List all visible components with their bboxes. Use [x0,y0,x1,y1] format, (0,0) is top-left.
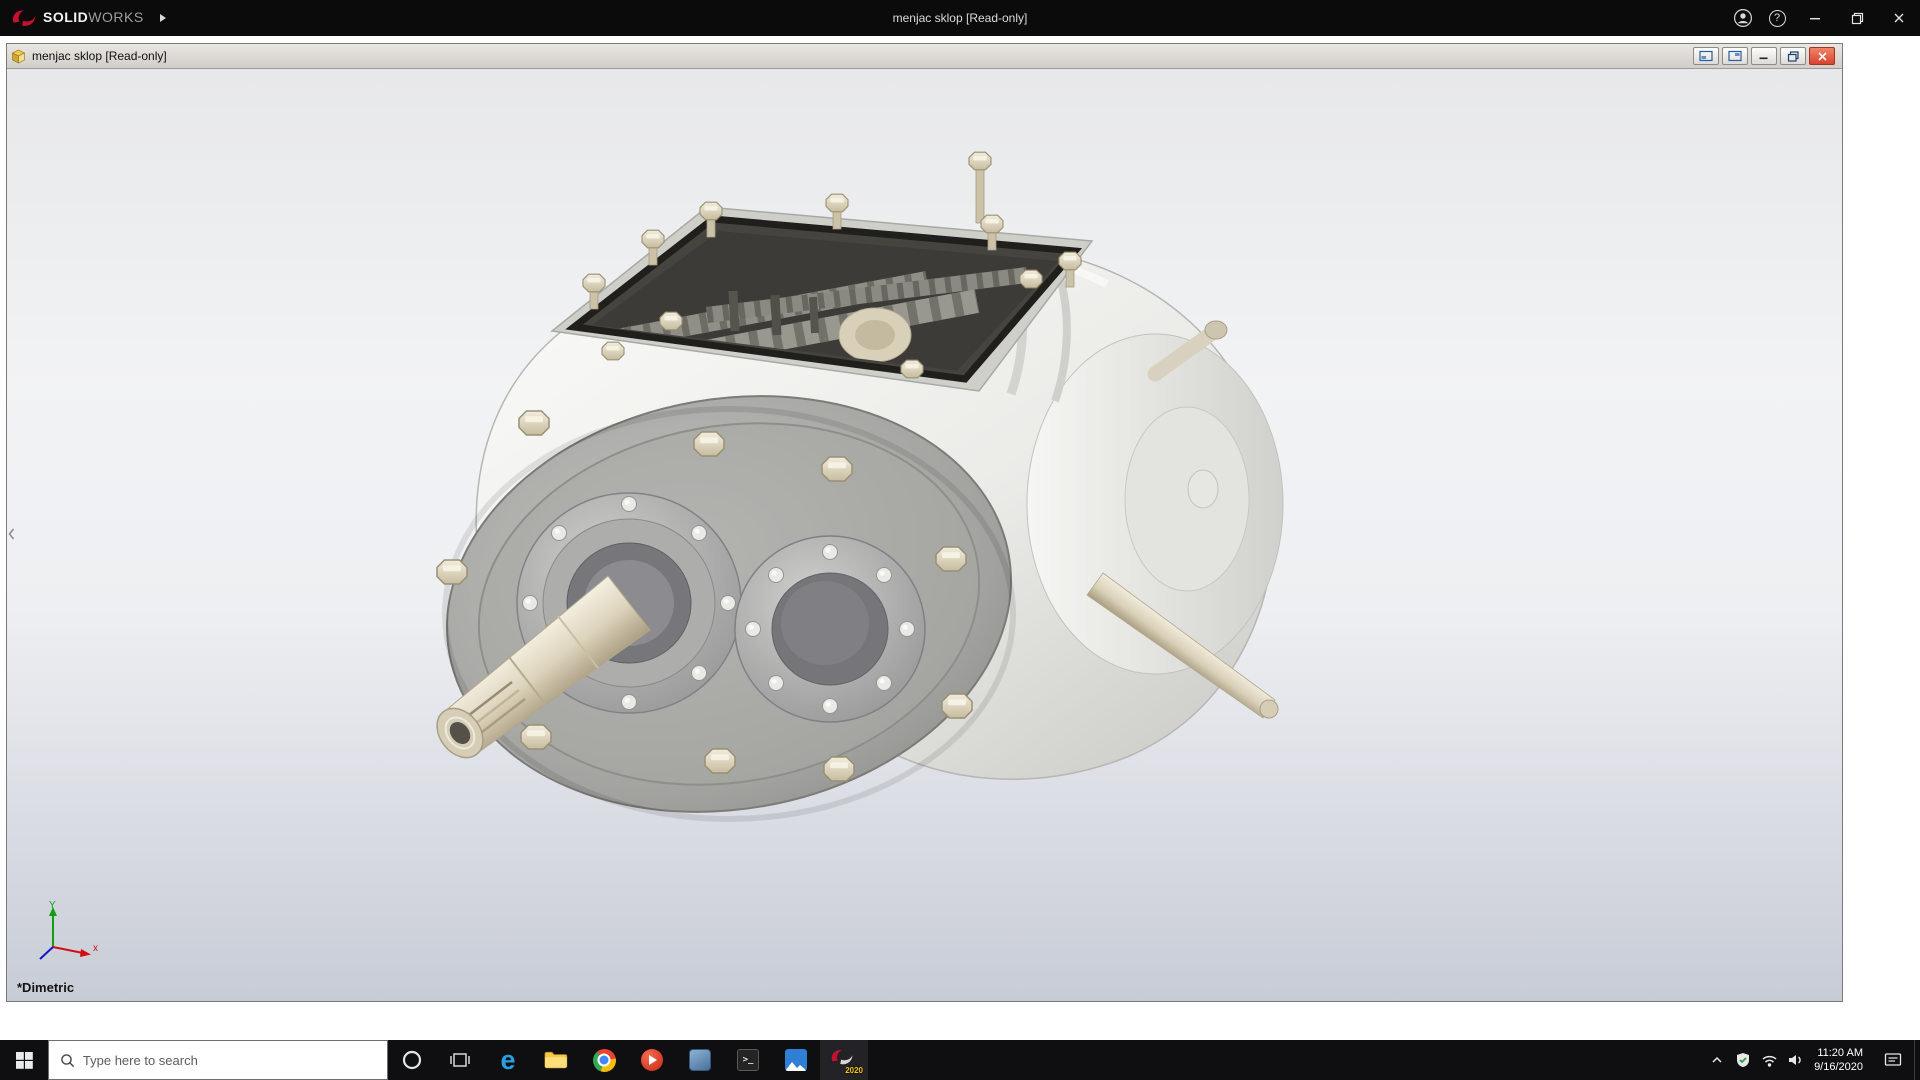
taskbar-app-command-prompt[interactable]: >_ [724,1040,772,1080]
show-desktop-button[interactable] [1914,1040,1920,1080]
taskbar-app-solidworks[interactable]: 2020 [820,1040,868,1080]
task-view-icon [450,1053,470,1067]
taskbar-search-box[interactable] [48,1040,388,1080]
tile-right-icon [1728,50,1742,62]
taskbar-app-edge[interactable]: e [484,1040,532,1080]
doc-restore-icon [1787,50,1799,62]
hidden-icons-button[interactable] [1704,1040,1730,1080]
wifi-network-icon [1762,1055,1777,1067]
windows-logo-icon [15,1051,33,1069]
chevron-left-icon [8,528,15,540]
solidworks-app-icon: 2020 [829,1046,863,1075]
featuremanager-collapse-arrow[interactable] [7,521,16,547]
tray-network[interactable] [1756,1040,1782,1080]
app-client-area: menjac sklop [Read-only] Y x *Dimetric [0,36,1920,1040]
triad-x-label: x [93,943,98,954]
doc-restore-button[interactable] [1780,47,1806,65]
taskbar-app-chrome[interactable] [580,1040,628,1080]
assembly-cube-icon [11,49,26,63]
taskbar-app-edrawings[interactable] [676,1040,724,1080]
edge-icon: e [500,1044,516,1075]
edrawings-icon [689,1049,711,1071]
chrome-icon [592,1048,616,1072]
security-shield-icon [1737,1053,1750,1067]
coordinate-triad: Y x [39,900,98,960]
help-icon: ? [1768,9,1786,27]
triad-y-label: Y [49,900,56,911]
doc-close-button[interactable] [1809,47,1835,65]
brand-text: SOLIDWORKS [43,9,144,25]
restore-icon [1851,12,1863,24]
cortana-icon [402,1050,422,1070]
graphics-viewport[interactable]: Y x *Dimetric [7,69,1842,1001]
system-tray: 11:20 AM 9/16/2020 [1704,1040,1920,1080]
media-player-icon [641,1049,663,1071]
doc-tile-right-button[interactable] [1722,47,1748,65]
taskbar-app-media-player[interactable] [628,1040,676,1080]
app-window-controls: ? [1726,0,1920,36]
file-explorer-icon [544,1051,568,1069]
chevron-up-icon [1712,1056,1722,1063]
volume-icon [1788,1055,1801,1065]
search-icon [61,1053,74,1067]
app-window-title: menjac sklop [Read-only] [892,11,1028,25]
tray-volume[interactable] [1782,1040,1808,1080]
tray-security[interactable] [1730,1040,1756,1080]
photos-icon [785,1049,807,1071]
doc-minimize-icon [1759,57,1768,60]
help-button[interactable]: ? [1760,0,1794,36]
view-orientation-label: *Dimetric [17,980,75,995]
document-titlebar[interactable]: menjac sklop [Read-only] [7,44,1842,69]
solidworks-version-badge: 2020 [845,1066,863,1075]
action-center-button[interactable] [1872,1040,1914,1080]
document-window-controls [1693,47,1838,65]
taskbar-app-photos[interactable] [772,1040,820,1080]
solidworks-ds-icon [12,10,36,26]
menu-expand-arrow-icon[interactable] [159,13,167,23]
minimize-icon [1810,18,1820,20]
document-window: menjac sklop [Read-only] Y x *Dimetric [6,43,1843,1002]
cortana-button[interactable] [388,1040,436,1080]
start-button[interactable] [0,1040,48,1080]
gearbox-3d-model [436,151,1284,822]
taskbar-app-file-explorer[interactable] [532,1040,580,1080]
person-icon [1734,9,1752,27]
close-button[interactable] [1878,0,1920,36]
windows-taskbar: e >_ 2020 [0,1040,1920,1080]
taskbar-clock[interactable]: 11:20 AM 9/16/2020 [1808,1046,1872,1074]
action-center-icon [1884,1053,1902,1066]
clock-time: 11:20 AM [1817,1047,1863,1059]
doc-tile-left-button[interactable] [1693,47,1719,65]
restore-button[interactable] [1836,0,1878,36]
command-prompt-icon: >_ [737,1049,759,1071]
doc-close-icon [1817,51,1827,61]
document-title: menjac sklop [Read-only] [32,49,167,63]
close-icon [1894,13,1904,23]
task-view-button[interactable] [436,1040,484,1080]
tile-left-icon [1699,50,1713,62]
clock-date: 9/16/2020 [1814,1061,1863,1073]
search-input[interactable] [82,1052,376,1068]
app-titlebar: SOLIDWORKS menjac sklop [Read-only] ? [0,0,1920,36]
doc-minimize-button[interactable] [1751,47,1777,65]
account-button[interactable] [1726,0,1760,36]
minimize-button[interactable] [1794,0,1836,36]
solidworks-logo: SOLIDWORKS [0,7,167,29]
